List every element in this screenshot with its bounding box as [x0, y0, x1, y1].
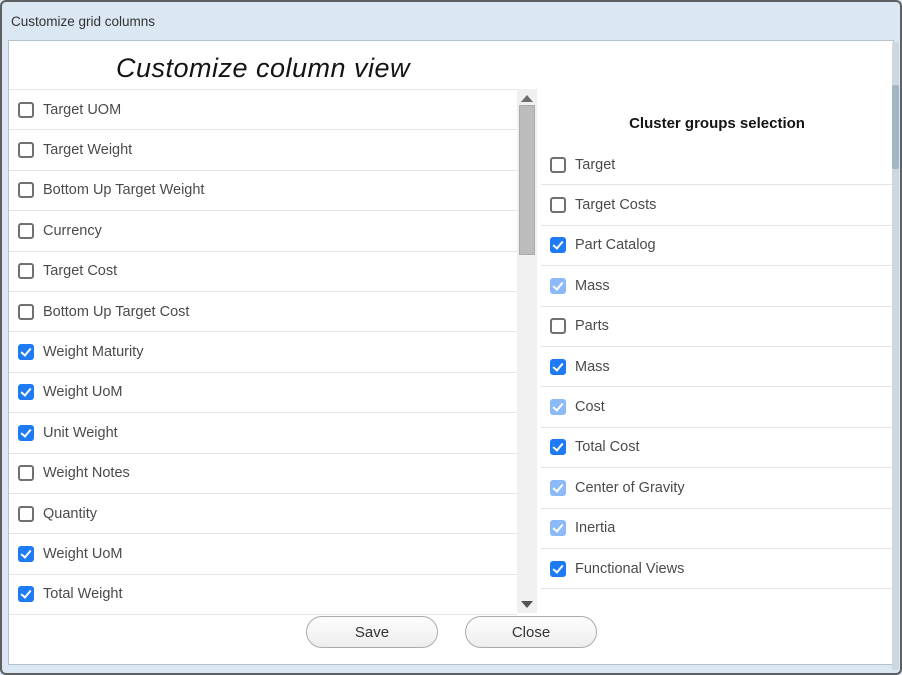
list-item[interactable]: Bottom Up Target Cost [9, 292, 517, 332]
list-item[interactable]: Functional Views [541, 549, 893, 589]
left-list-scrollbar[interactable] [517, 89, 537, 613]
list-item[interactable]: Inertia [541, 509, 893, 549]
list-item[interactable]: Part Catalog [541, 226, 893, 266]
checkbox-target-uom[interactable] [18, 102, 34, 118]
checkbox-center-of-gravity [550, 480, 566, 496]
checkbox-label: Bottom Up Target Weight [43, 182, 204, 198]
left-panel-title: Customize column view [9, 53, 517, 84]
list-item[interactable]: Weight UoM [9, 534, 517, 574]
checkbox-total-weight[interactable] [18, 586, 34, 602]
checkbox-target-weight[interactable] [18, 142, 34, 158]
scrollbar-thumb[interactable] [519, 105, 535, 255]
checkbox-label: Unit Weight [43, 425, 118, 441]
checkbox-label: Parts [575, 318, 609, 334]
checkbox-unit-weight[interactable] [18, 425, 34, 441]
checkbox-parts[interactable] [550, 318, 566, 334]
checkbox-weight-uom[interactable] [18, 384, 34, 400]
column-checkbox-list: Target UOM Target Weight Bottom Up Target … [9, 89, 517, 615]
list-item[interactable]: Target Cost [9, 252, 517, 292]
list-item[interactable]: Currency [9, 211, 517, 251]
scrollbar-up-arrow-icon[interactable] [517, 91, 537, 105]
list-item[interactable]: Target UOM [9, 90, 517, 130]
triangle-down-icon [521, 601, 533, 608]
triangle-up-icon [521, 95, 533, 102]
list-item[interactable]: Cost [541, 387, 893, 427]
list-item[interactable]: Weight Notes [9, 454, 517, 494]
dialog-right-scrollbar[interactable] [892, 42, 899, 670]
checkbox-label: Part Catalog [575, 237, 656, 253]
checkbox-currency[interactable] [18, 223, 34, 239]
right-panel-title: Cluster groups selection [541, 115, 893, 132]
checkbox-target-costs[interactable] [550, 197, 566, 213]
checkbox-label: Cost [575, 399, 605, 415]
list-item[interactable]: Target [541, 145, 893, 185]
checkbox-cost [550, 399, 566, 415]
checkbox-weight-notes[interactable] [18, 465, 34, 481]
checkbox-label: Quantity [43, 506, 97, 522]
checkbox-label: Total Cost [575, 439, 639, 455]
checkbox-label: Target Costs [575, 197, 656, 213]
checkbox-label: Target UOM [43, 102, 121, 118]
checkbox-mass[interactable] [550, 359, 566, 375]
dialog-scrollbar-thumb[interactable] [892, 85, 899, 169]
list-item[interactable]: Total Cost [541, 428, 893, 468]
checkbox-label: Functional Views [575, 561, 684, 577]
list-item[interactable]: Unit Weight [9, 413, 517, 453]
checkbox-label: Target Weight [43, 142, 132, 158]
save-button[interactable]: Save [306, 616, 438, 648]
checkbox-weight-maturity[interactable] [18, 344, 34, 360]
list-item[interactable]: Total Weight [9, 575, 517, 615]
cluster-groups-checkbox-list: Target Target Costs Part Catalog Mass Parts M… [541, 145, 893, 589]
checkbox-inertia [550, 520, 566, 536]
checkbox-part-catalog[interactable] [550, 237, 566, 253]
checkbox-label: Weight Notes [43, 465, 130, 481]
checkbox-quantity[interactable] [18, 506, 34, 522]
checkbox-label: Weight UoM [43, 384, 123, 400]
list-item[interactable]: Parts [541, 307, 893, 347]
checkbox-mass [550, 278, 566, 294]
list-item[interactable]: Bottom Up Target Weight [9, 171, 517, 211]
checkbox-label: Mass [575, 359, 610, 375]
list-item[interactable]: Weight Maturity [9, 332, 517, 372]
dialog-title: Customize grid columns [11, 14, 155, 29]
checkbox-label: Target [575, 157, 615, 173]
checkbox-label: Target Cost [43, 263, 117, 279]
checkbox-label: Inertia [575, 520, 615, 536]
checkbox-label: Currency [43, 223, 102, 239]
list-item[interactable]: Target Weight [9, 130, 517, 170]
checkbox-target-cost[interactable] [18, 263, 34, 279]
list-item[interactable]: Center of Gravity [541, 468, 893, 508]
list-item[interactable]: Mass [541, 347, 893, 387]
dialog-titlebar: Customize grid columns [2, 2, 900, 40]
checkbox-label: Center of Gravity [575, 480, 685, 496]
checkbox-label: Weight Maturity [43, 344, 143, 360]
checkbox-label: Weight UoM [43, 546, 123, 562]
checkbox-target[interactable] [550, 157, 566, 173]
dialog-content-panel: Customize column view Target UOM Target W… [8, 40, 894, 665]
checkbox-total-cost[interactable] [550, 439, 566, 455]
checkbox-bottom-up-target-weight[interactable] [18, 182, 34, 198]
checkbox-functional-views[interactable] [550, 561, 566, 577]
customize-grid-columns-dialog: Customize grid columns Customize column … [0, 0, 902, 675]
scrollbar-down-arrow-icon[interactable] [517, 597, 537, 611]
list-item[interactable]: Quantity [9, 494, 517, 534]
list-item[interactable]: Mass [541, 266, 893, 306]
checkbox-label: Bottom Up Target Cost [43, 304, 189, 320]
list-item[interactable]: Target Costs [541, 185, 893, 225]
checkbox-label: Total Weight [43, 586, 123, 602]
checkbox-weight-uom[interactable] [18, 546, 34, 562]
checkbox-label: Mass [575, 278, 610, 294]
close-button[interactable]: Close [465, 616, 597, 648]
list-item[interactable]: Weight UoM [9, 373, 517, 413]
checkbox-bottom-up-target-cost[interactable] [18, 304, 34, 320]
